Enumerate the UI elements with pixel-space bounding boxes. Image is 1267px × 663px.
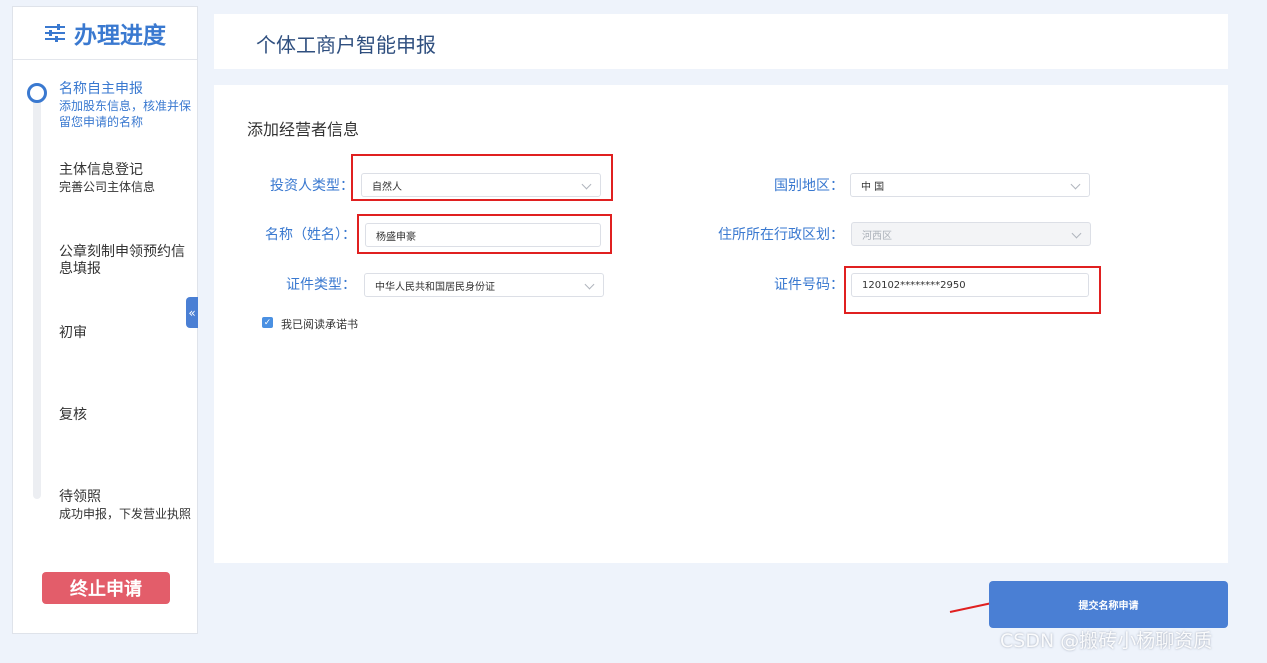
country-label: 国别地区： [774,178,844,194]
country-select[interactable]: 中 国 [850,173,1090,197]
name-label: 名称（姓名）： [265,227,356,243]
step-license-pickup[interactable]: 待领照 成功申报，下发营业执照 [59,489,195,522]
progress-sidebar: 办理进度 名称自主申报 添加股东信息，核准并保留您申请的名称 主体信息登记 完善… [12,6,198,634]
country-value: 中 国 [861,181,885,193]
step-seal-appointment[interactable]: 公章刻制申领预约信息填报 [59,244,195,278]
sidebar-title: 办理进度 [74,23,166,49]
id-type-label: 证件类型： [286,277,356,293]
step-entity-registration[interactable]: 主体信息登记 完善公司主体信息 [59,162,195,195]
step-title: 待领照 [59,489,101,505]
chevron-down-icon [1071,228,1082,239]
id-type-select[interactable]: 中华人民共和国居民身份证 [364,273,604,297]
step-desc: 完善公司主体信息 [59,180,156,194]
page-title: 个体工商户智能申报 [256,33,436,57]
page-header: 个体工商户智能申报 [214,14,1228,69]
red-highlight-box [844,266,1101,314]
step-title: 名称自主申报 [59,81,143,97]
operator-info-form: 添加经营者信息 投资人类型： 自然人 国别地区： 中 国 名称（姓名）： 杨盛申… [214,85,1228,563]
district-value: 河西区 [862,230,892,242]
step-title: 初审 [59,325,87,341]
step-title: 主体信息登记 [59,162,143,178]
current-step-indicator [27,83,47,103]
id-type-value: 中华人民共和国居民身份证 [375,281,495,293]
watermark: CSDN @搬砖小杨聊资质 [1000,630,1213,652]
red-highlight-box [351,154,613,201]
investor-type-label: 投资人类型： [270,178,354,194]
step-desc: 成功申报，下发营业执照 [59,507,192,521]
step-title: 公章刻制申领预约信息填报 [59,244,185,277]
progress-track [33,99,41,499]
agree-label[interactable]: 我已阅读承诺书 [281,316,358,332]
collapse-sidebar-icon[interactable]: « [186,297,198,328]
agree-checkbox[interactable]: ✓ [262,317,273,328]
district-select: 河西区 [851,222,1091,246]
step-title: 复核 [59,407,87,423]
section-title: 添加经营者信息 [247,120,360,139]
step-desc: 添加股东信息，核准并保留您申请的名称 [59,99,192,129]
step-recheck[interactable]: 复核 [59,407,195,424]
stop-application-button[interactable]: 终止申请 [42,572,170,604]
step-first-review[interactable]: 初审 [59,325,195,342]
chevron-down-icon [584,279,595,290]
sliders-icon [45,24,65,42]
sidebar-header: 办理进度 [13,7,197,60]
step-name-declaration[interactable]: 名称自主申报 添加股东信息，核准并保留您申请的名称 [59,81,195,130]
district-label: 住所所在行政区划： [718,227,844,243]
chevron-down-icon [1070,179,1081,190]
id-number-label: 证件号码： [774,277,844,293]
red-highlight-box [357,214,612,254]
submit-name-application-button[interactable]: 提交名称申请 [989,581,1228,628]
